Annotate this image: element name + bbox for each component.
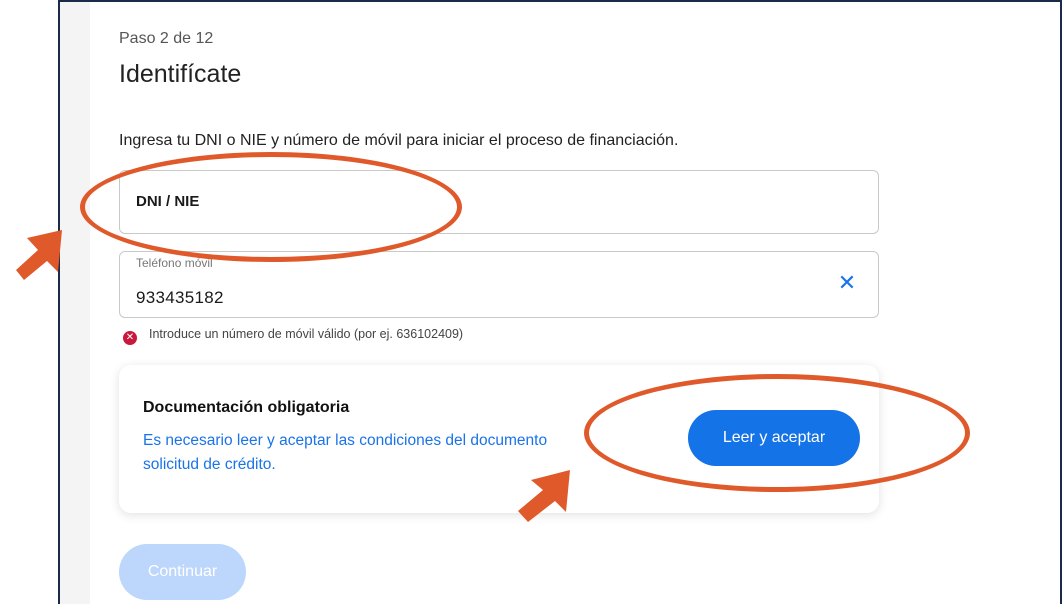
documentation-card: Documentación obligatoria Es necesario l… — [119, 365, 879, 513]
phone-input[interactable]: 933435182 — [136, 288, 224, 308]
intro-text: Ingresa tu DNI o NIE y número de móvil p… — [119, 132, 679, 149]
dni-input[interactable]: DNI / NIE — [136, 193, 199, 210]
dni-field[interactable]: DNI / NIE — [119, 170, 879, 234]
read-and-accept-button[interactable]: Leer y aceptar — [688, 410, 860, 466]
continue-button[interactable]: Continuar — [119, 544, 246, 600]
step-indicator: Paso 2 de 12 — [119, 30, 214, 47]
phone-label: Teléfono móvil — [136, 256, 213, 270]
error-text: Introduce un número de móvil válido (por… — [149, 327, 464, 341]
close-icon[interactable]: ✕ — [836, 272, 858, 294]
phone-error-message: ✕ Introduce un número de móvil válido (po… — [123, 327, 463, 345]
documentation-description[interactable]: Es necesario leer y aceptar las condicio… — [143, 429, 573, 477]
error-x-icon: ✕ — [123, 331, 137, 345]
phone-field[interactable]: Teléfono móvil 933435182 ✕ — [119, 251, 879, 318]
page-gutter — [60, 2, 90, 604]
page-title: Identifícate — [119, 60, 242, 88]
annotation-arrow-icon — [16, 230, 62, 280]
documentation-title: Documentación obligatoria — [143, 399, 350, 416]
